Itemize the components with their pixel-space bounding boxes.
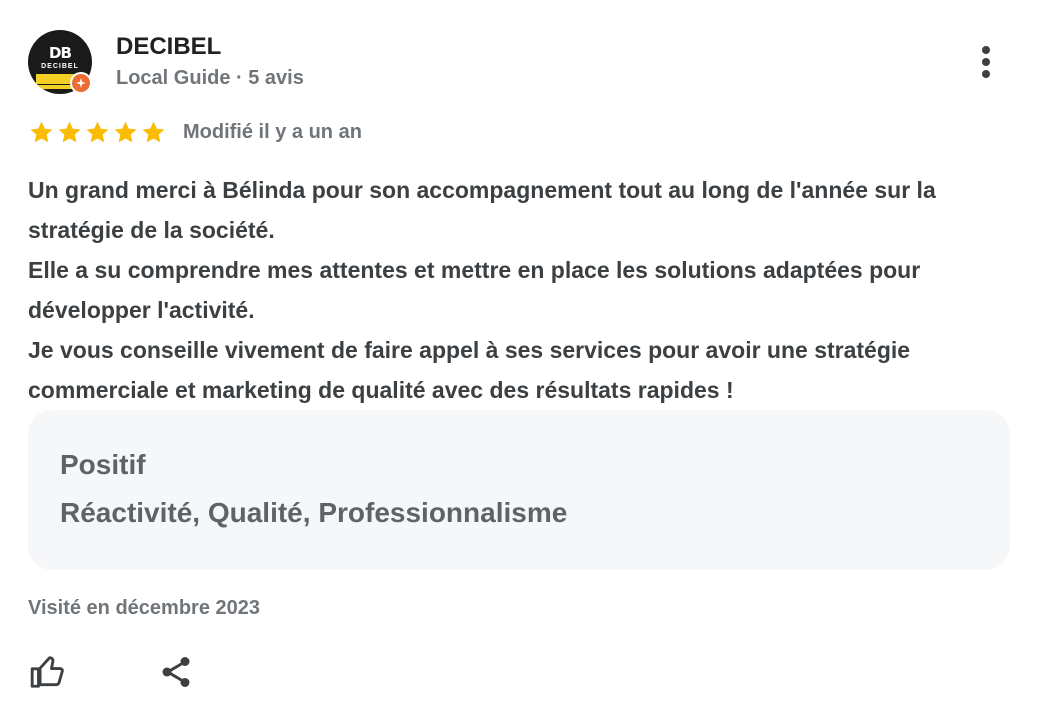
review-text: Un grand merci à Bélinda pour son accomp… — [28, 170, 1013, 410]
star-rating — [28, 119, 167, 146]
share-button[interactable] — [156, 652, 196, 692]
star-icon — [142, 120, 165, 142]
star-icon — [58, 120, 81, 142]
review-paragraph: Elle a su comprendre mes attentes et met… — [28, 257, 921, 323]
like-button[interactable] — [28, 652, 68, 692]
thumbs-up-icon — [30, 656, 64, 688]
review-paragraph: Un grand merci à Bélinda pour son accomp… — [28, 177, 936, 243]
star-icon — [86, 120, 109, 142]
review-header: DB DECIBEL DECIBEL Local Guide · 5 avis — [28, 30, 304, 94]
highlights-value: Réactivité, Qualité, Professionnalisme — [60, 497, 568, 528]
local-guide-badge-icon — [70, 72, 92, 94]
review-paragraph: Je vous conseille vivement de faire appe… — [28, 337, 911, 403]
visited-date: Visité en décembre 2023 — [28, 597, 260, 619]
author-info: DECIBEL Local Guide · 5 avis — [116, 32, 304, 92]
edited-timestamp: Modifié il y a un an — [183, 120, 362, 143]
more-vertical-icon — [982, 46, 990, 78]
star-icon — [114, 120, 137, 142]
author-name[interactable]: DECIBEL — [116, 32, 304, 62]
rating-row: Modifié il y a un an — [28, 118, 362, 146]
author-meta: Local Guide · 5 avis — [116, 67, 304, 89]
review-highlights: Positif Réactivité, Qualité, Professionn… — [28, 410, 1010, 570]
highlights-title: Positif — [60, 449, 146, 480]
review-card: DB DECIBEL DECIBEL Local Guide · 5 avis … — [0, 0, 1040, 716]
avatar-logo-text: DB — [49, 44, 72, 62]
star-icon — [30, 120, 53, 142]
share-icon — [162, 657, 190, 687]
review-actions — [28, 652, 196, 692]
avatar-brand-text: DECIBEL — [41, 63, 79, 70]
author-avatar-wrap[interactable]: DB DECIBEL — [28, 30, 92, 94]
more-options-button[interactable] — [970, 42, 1002, 82]
